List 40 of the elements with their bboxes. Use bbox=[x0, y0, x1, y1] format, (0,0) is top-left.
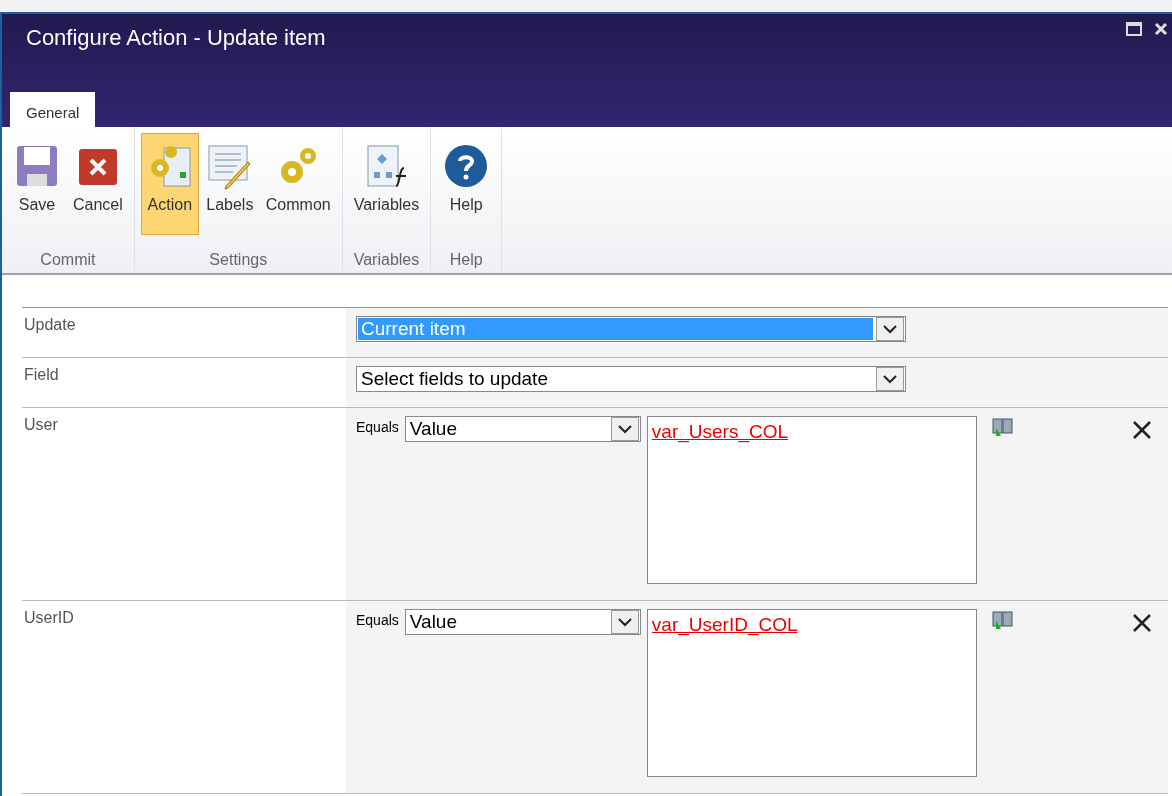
close-icon[interactable] bbox=[1154, 22, 1168, 36]
group-label: Commit bbox=[39, 250, 97, 270]
chevron-down-icon bbox=[617, 424, 632, 434]
variable-link[interactable]: var_Users_COL bbox=[651, 421, 789, 442]
chevron-down-icon bbox=[883, 374, 897, 384]
field-label: Update bbox=[23, 315, 77, 335]
dropdown[interactable]: Value bbox=[404, 609, 641, 635]
ribbon-button[interactable]: Labels bbox=[200, 133, 259, 235]
dropdown[interactable]: Select fields to update bbox=[356, 366, 906, 392]
group-label: Settings bbox=[208, 250, 269, 270]
dropdown-button[interactable] bbox=[610, 610, 639, 634]
ribbon-button[interactable]: Save bbox=[8, 133, 66, 235]
ribbon-button[interactable]: Variables bbox=[348, 133, 425, 235]
value-field[interactable]: var_UserID_COL bbox=[646, 609, 977, 777]
window-title: Configure Action - Update item bbox=[26, 25, 326, 51]
field-label: Field bbox=[23, 365, 60, 385]
ribbon-button[interactable]: Action bbox=[140, 133, 199, 235]
lookup-book-icon[interactable] bbox=[990, 609, 1015, 631]
value-field[interactable]: var_Users_COL bbox=[646, 416, 977, 584]
dropdown-button[interactable] bbox=[876, 367, 904, 391]
variable-link[interactable]: var_UserID_COL bbox=[651, 614, 798, 635]
field-label: UserID bbox=[23, 608, 75, 628]
operator-label: Equals bbox=[356, 418, 399, 435]
lookup-book-icon[interactable] bbox=[990, 416, 1015, 438]
operator-label: Equals bbox=[356, 611, 399, 628]
delete-icon[interactable] bbox=[1132, 420, 1152, 440]
group-label: Variables bbox=[352, 250, 421, 270]
field-label: User bbox=[23, 415, 59, 435]
chevron-down-icon bbox=[617, 617, 632, 627]
chevron-down-icon bbox=[883, 324, 897, 334]
dropdown[interactable]: Value bbox=[404, 416, 641, 442]
delete-icon[interactable] bbox=[1132, 613, 1152, 633]
group-label: Help bbox=[448, 250, 484, 270]
dropdown-button[interactable] bbox=[876, 317, 904, 341]
maximize-icon[interactable] bbox=[1126, 22, 1142, 36]
ribbon-button[interactable]: Cancel bbox=[68, 133, 128, 235]
ribbon-tab[interactable]: General bbox=[10, 92, 96, 127]
ribbon-button[interactable]: Help bbox=[437, 133, 496, 235]
ribbon-button[interactable]: Common bbox=[260, 133, 336, 235]
dropdown-button[interactable] bbox=[610, 417, 639, 441]
